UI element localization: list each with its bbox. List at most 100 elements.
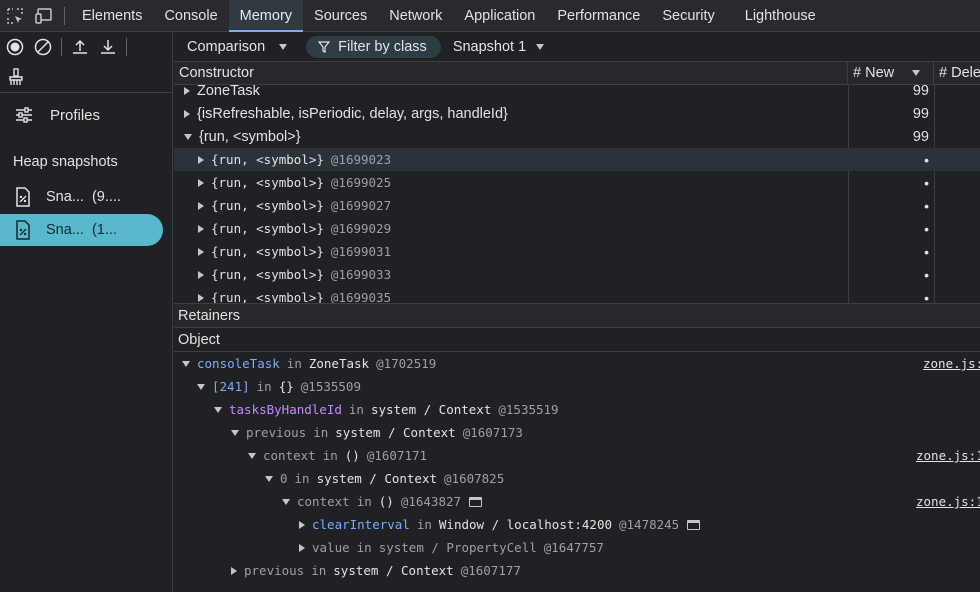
window-icon[interactable] [687,519,701,530]
new-count-cell: 99 [912,128,929,145]
constructor-row[interactable]: {run, <symbol>} @1699033 • [174,263,980,286]
profiles-item[interactable]: Profiles [0,93,172,137]
inspect-element-icon[interactable] [0,0,30,32]
retainer-row[interactable]: consoleTask in ZoneTask @1702519 zone.js: [174,352,980,375]
base-snapshot-value: Snapshot 1 [452,39,527,55]
retainer-row[interactable]: clearInterval in Window / localhost:4200 @1… [174,513,980,536]
tab-application[interactable]: Application [453,0,546,32]
retainers-title[interactable]: Retainers [174,303,980,328]
tab-lighthouse[interactable]: Lighthouse [734,0,827,32]
retainer-row[interactable]: previous in system / Context @1607173 [174,421,980,444]
retainer-type: () [378,494,394,509]
tab-network[interactable]: Network [378,0,453,32]
base-snapshot-dropdown[interactable]: Snapshot 1 [453,39,551,55]
expand-down-icon[interactable] [184,133,192,140]
tab-memory[interactable]: Memory [228,0,304,32]
constructor-cell: {isRefreshable, isPeriodic, delay, args,… [174,106,848,122]
snapshot-size: (9.... [91,189,121,205]
constructor-row[interactable]: {run, <symbol>} @1699025 • [174,171,980,194]
retainer-row[interactable]: value in system / PropertyCell @1647757 [174,536,980,559]
filter-by-class-button[interactable]: Filter by class [306,36,441,58]
retainer-key: tasksByHandleId [229,402,342,417]
tab-elements[interactable]: Elements [71,0,153,32]
column-deleted[interactable]: # Dele [934,62,980,84]
constructor-row[interactable]: {isRefreshable, isPeriodic, delay, args,… [174,102,980,125]
constructor-row[interactable]: {run, <symbol>} @1699031 • [174,240,980,263]
retainer-row[interactable]: context in () @1607171 zone.js:1 [174,444,980,467]
constructor-name: {run, <symbol>} [211,290,324,303]
chevron-down-icon [536,44,545,50]
constructor-row[interactable]: {run, <symbol>} @1699023 • [174,148,980,171]
expand-down-icon[interactable] [197,383,205,390]
snapshot-item-1[interactable]: Sna... (9.... [0,181,172,213]
expand-down-icon[interactable] [231,429,239,436]
retainer-key: 0 [280,471,288,486]
expand-right-icon[interactable] [198,201,204,210]
object-id: @1607177 [460,563,521,578]
snapshot-size: (1... [91,222,117,238]
retainer-row[interactable]: [241] in {} @1535509 [174,375,980,398]
tab-sources[interactable]: Sources [303,0,378,32]
expand-down-icon[interactable] [182,360,190,367]
retainer-key: value [312,540,350,555]
expand-down-icon[interactable] [282,498,290,505]
expand-right-icon[interactable] [198,247,204,256]
retainer-row[interactable]: tasksByHandleId in system / Context @153551… [174,398,980,421]
snapshot-toolbar: Comparison Filter by class Snapshot 1 [174,33,980,62]
retainer-key: context [297,494,350,509]
expand-right-icon[interactable] [184,109,190,118]
expand-right-icon[interactable] [198,178,204,187]
expand-right-icon[interactable] [184,86,190,95]
retainer-in-word: in [286,356,302,371]
retainer-key: context [263,448,316,463]
retainer-row[interactable]: context in () @1643827 zone.js:1 [174,490,980,513]
view-perspective-dropdown[interactable]: Comparison [187,39,294,55]
expand-right-icon[interactable] [198,224,204,233]
filter-icon [318,41,331,53]
expand-right-icon[interactable] [299,543,305,552]
constructor-name: {run, <symbol>} [211,175,324,190]
constructor-row[interactable]: {run, <symbol>} 99 [174,125,980,148]
new-count-cell: • [924,289,929,304]
retainer-type: system / PropertyCell [378,540,537,555]
tab-console[interactable]: Console [153,0,228,32]
source-link[interactable]: zone.js:1 [916,448,980,463]
retainer-type: system / Context [370,402,492,417]
expand-right-icon[interactable] [198,270,204,279]
constructor-cell: {run, <symbol>} [174,129,848,145]
record-icon[interactable] [5,37,25,57]
constructor-row[interactable]: {run, <symbol>} @1699027 • [174,194,980,217]
column-new[interactable]: # New [848,62,934,84]
new-count-cell: • [924,151,929,168]
constructor-cell: {run, <symbol>} @1699027 [174,198,848,213]
retainer-row[interactable]: 0 in system / Context @1607825 [174,467,980,490]
expand-right-icon[interactable] [299,520,305,529]
expand-down-icon[interactable] [265,475,273,482]
expand-right-icon[interactable] [198,293,204,302]
column-constructor[interactable]: Constructor [174,62,848,84]
tab-security[interactable]: Security [651,0,725,32]
expand-right-icon[interactable] [198,155,204,164]
source-link[interactable]: zone.js:1 [916,494,980,509]
device-toolbar-icon[interactable] [30,0,60,32]
constructor-row[interactable]: {run, <symbol>} @1699029 • [174,217,980,240]
window-icon[interactable] [469,496,483,507]
column-object[interactable]: Object [174,328,980,352]
object-id: @1699033 [330,267,392,282]
retainer-row[interactable]: previous in system / Context @1607177 [174,559,980,582]
upload-icon[interactable] [70,37,90,57]
object-id: @1607825 [444,471,505,486]
retainer-in-word: in [313,425,329,440]
expand-right-icon[interactable] [231,566,237,575]
constructor-row[interactable]: ZoneTask 99 [174,85,980,102]
retainer-in-word: in [356,540,372,555]
source-link[interactable]: zone.js: [923,356,980,371]
snapshot-item-2[interactable]: Sna... (1... [0,214,163,246]
tab-performance[interactable]: Performance [546,0,651,32]
expand-down-icon[interactable] [248,452,256,459]
constructor-row[interactable]: {run, <symbol>} @1699035 • [174,286,980,303]
download-icon[interactable] [98,37,118,57]
expand-down-icon[interactable] [214,406,222,413]
collect-garbage-icon[interactable] [6,67,26,87]
clear-icon[interactable] [33,37,53,57]
